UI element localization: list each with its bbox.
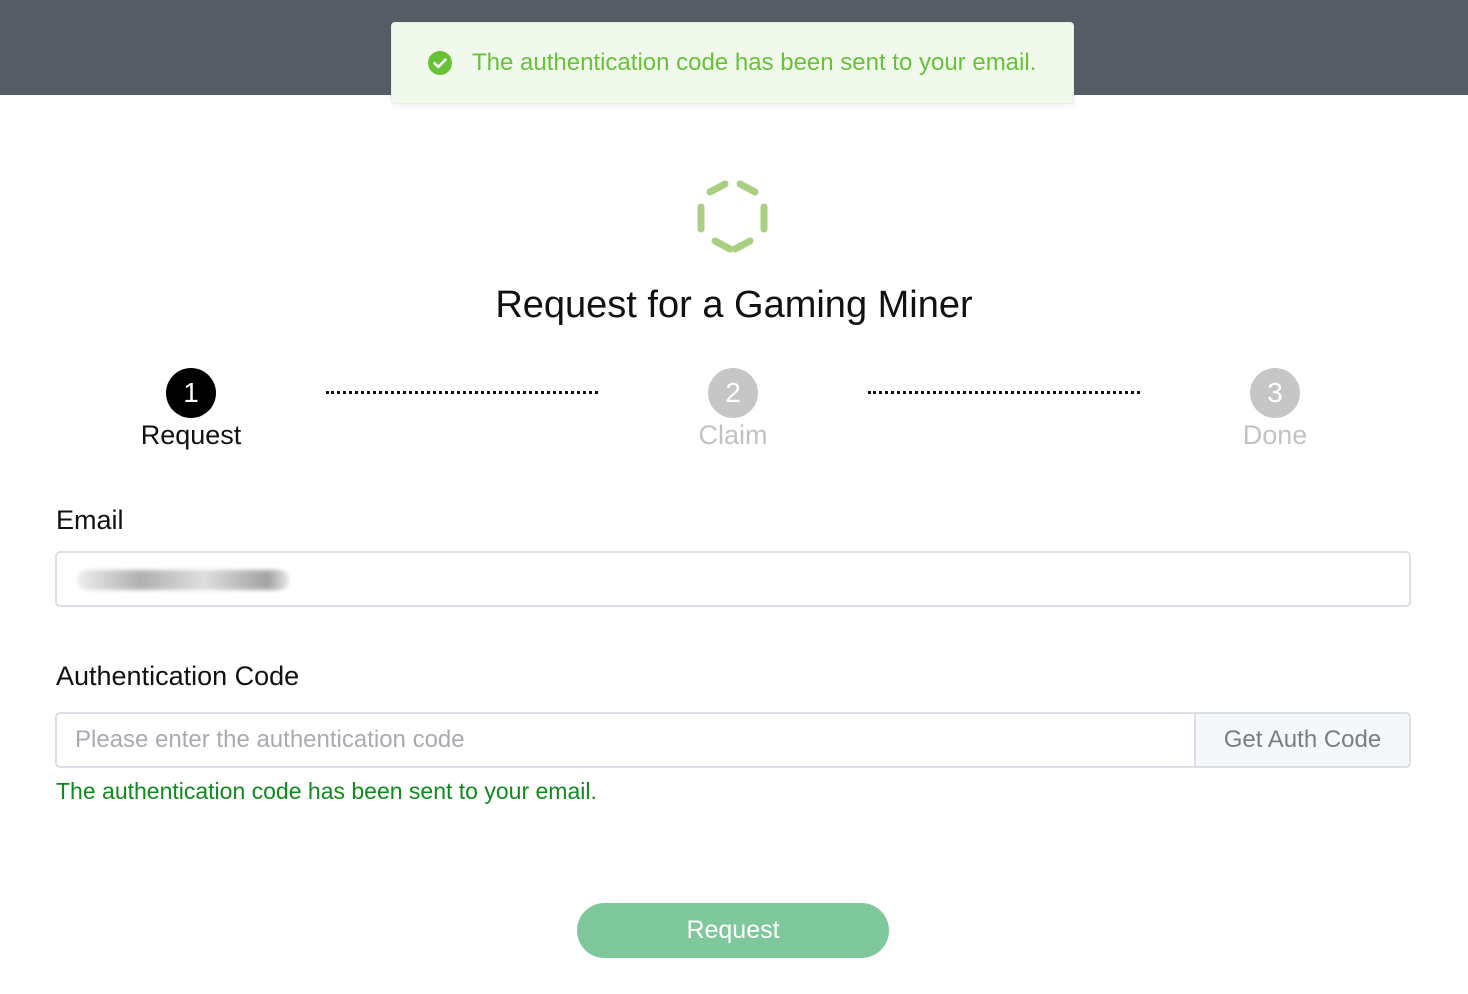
- step-request: 1 Request: [91, 368, 291, 451]
- auth-code-input[interactable]: [57, 714, 1194, 766]
- get-auth-code-button[interactable]: Get Auth Code: [1194, 714, 1409, 766]
- auth-code-label: Authentication Code: [56, 661, 300, 691]
- step-claim: 2 Claim: [633, 368, 833, 451]
- step-label: Claim: [698, 420, 768, 450]
- step-connector: [868, 391, 1140, 394]
- step-label: Request: [140, 420, 242, 450]
- step-number: 2: [708, 368, 758, 418]
- auth-code-sent-hint: The authentication code has been sent to…: [56, 778, 597, 804]
- toast-message: The authentication code has been sent to…: [472, 49, 1037, 76]
- step-number: 1: [166, 368, 216, 418]
- success-toast: The authentication code has been sent to…: [391, 22, 1074, 104]
- hexagon-logo-icon: [693, 176, 773, 258]
- email-label: Email: [56, 505, 124, 535]
- auth-code-group: Get Auth Code: [55, 712, 1411, 768]
- step-number: 3: [1250, 368, 1300, 418]
- step-label: Done: [1242, 420, 1308, 450]
- page-title: Request for a Gaming Miner: [495, 284, 973, 326]
- step-done: 3 Done: [1175, 368, 1375, 451]
- redacted-email-value: [77, 570, 289, 590]
- email-field[interactable]: [55, 551, 1411, 607]
- check-circle-icon: [428, 51, 452, 75]
- request-button[interactable]: Request: [577, 903, 889, 958]
- step-connector: [326, 391, 598, 394]
